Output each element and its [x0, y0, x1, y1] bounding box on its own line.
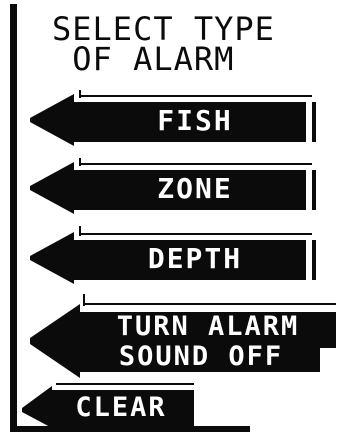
clear-alarm-label: CLEAR: [75, 392, 167, 423]
zone-alarm-label: ZONE: [157, 172, 233, 205]
screen-title: SELECT TYPE OF ALARM: [52, 13, 348, 75]
clear-alarm-button[interactable]: CLEAR: [22, 380, 202, 430]
title-line-2: OF ALARM: [72, 40, 235, 78]
turn-alarm-sound-off-button[interactable]: TURN ALARM SOUND OFF: [30, 290, 342, 382]
fish-alarm-button[interactable]: FISH: [30, 88, 320, 148]
fish-alarm-label: FISH: [157, 104, 233, 137]
screen-frame-left: [10, 4, 17, 432]
alarm-menu-screen: SELECT TYPE OF ALARM FISH ZONE DEPTH TUR…: [0, 0, 349, 436]
depth-alarm-label: DEPTH: [147, 242, 243, 275]
turn-alarm-label-line-1: TURN ALARM: [116, 311, 300, 342]
sound-off-label-line-2: SOUND OFF: [118, 341, 284, 372]
depth-alarm-button[interactable]: DEPTH: [30, 224, 320, 286]
zone-alarm-button[interactable]: ZONE: [30, 156, 320, 216]
